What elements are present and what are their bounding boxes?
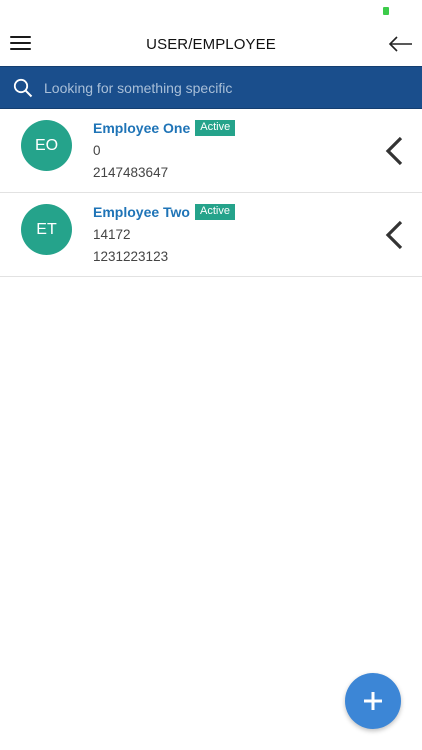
employee-detail-1: 14172 (93, 227, 131, 242)
page-title: USER/EMPLOYEE (146, 36, 276, 53)
chevron-left-icon[interactable] (384, 219, 404, 251)
employee-detail-1: 0 (93, 143, 101, 158)
employee-detail-2: 1231223123 (93, 249, 169, 264)
search-bar (0, 66, 422, 109)
avatar: EO (21, 120, 72, 171)
search-input[interactable] (44, 67, 414, 108)
status-badge: Active (194, 204, 235, 220)
employee-detail-2: 2147483647 (93, 165, 169, 180)
plus-icon (364, 692, 382, 710)
employee-list: EO Employee One Active 0 2147483647 ET E… (0, 109, 422, 277)
employee-name[interactable]: Employee Two (93, 204, 190, 220)
avatar: ET (21, 204, 72, 255)
status-badge: Active (195, 120, 236, 136)
list-item-employee-two[interactable]: ET Employee Two Active 14172 1231223123 (0, 193, 422, 277)
employee-name[interactable]: Employee One (93, 120, 190, 136)
app-header: USER/EMPLOYEE (0, 24, 422, 66)
list-item-employee-one[interactable]: EO Employee One Active 0 2147483647 (0, 109, 422, 193)
employee-name-line: Employee One Active (93, 120, 236, 136)
chevron-left-icon[interactable] (384, 135, 404, 167)
status-bar (0, 0, 422, 24)
app-screen: USER/EMPLOYEE EO Employee One Active 0 2… (0, 0, 422, 750)
battery-indicator-icon (383, 7, 389, 15)
arrow-left-icon[interactable] (388, 33, 414, 55)
add-employee-button[interactable] (345, 673, 401, 729)
search-icon (13, 78, 33, 98)
employee-name-line: Employee Two Active (93, 204, 235, 220)
